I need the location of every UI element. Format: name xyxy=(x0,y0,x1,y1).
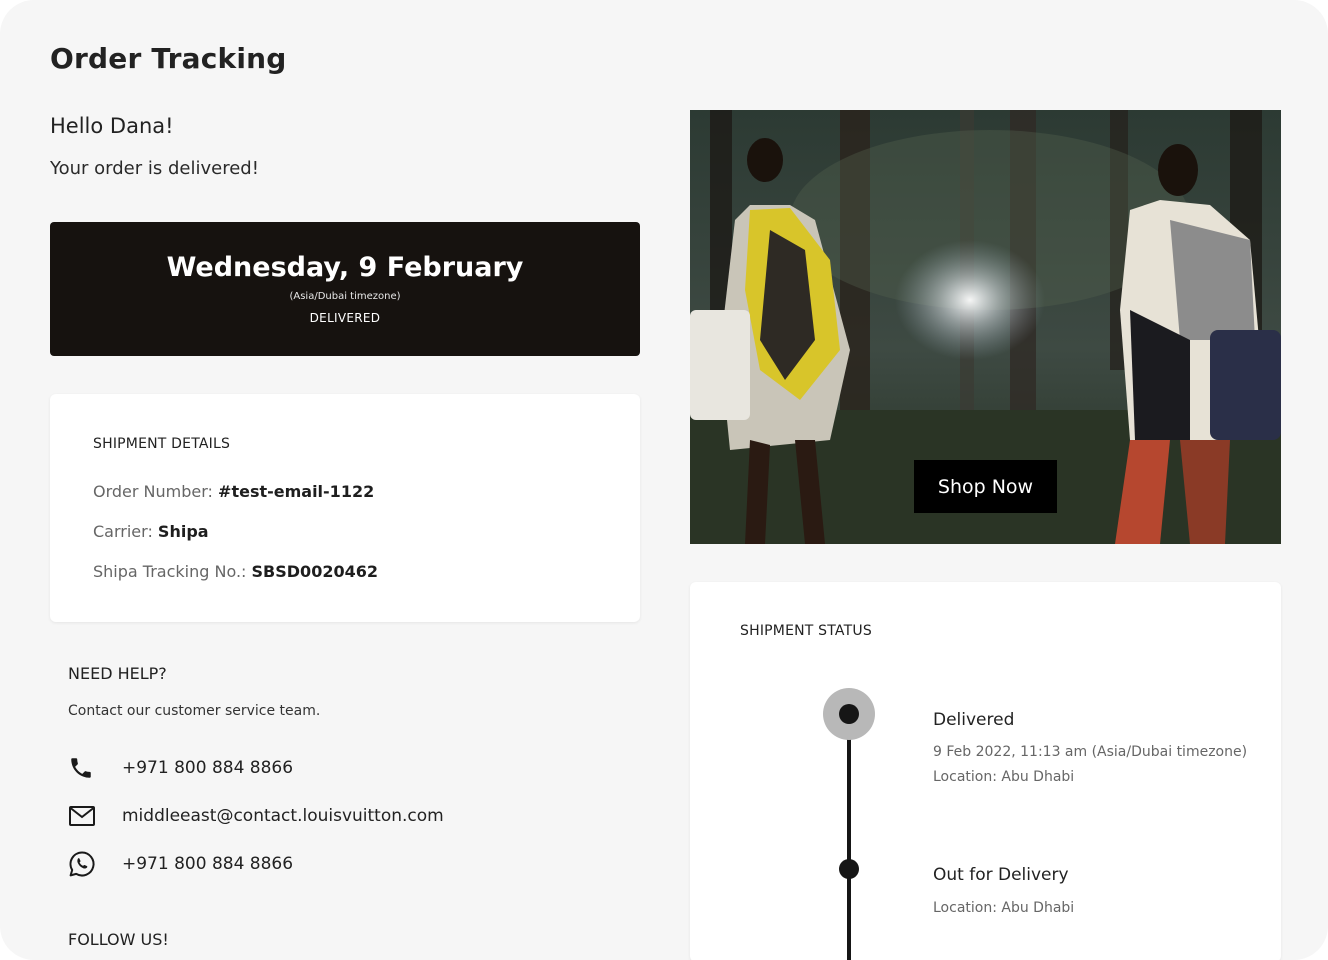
timeline-dot-delivered xyxy=(839,704,859,724)
need-help-heading: NEED HELP? xyxy=(68,664,167,683)
delivery-date: Wednesday, 9 February xyxy=(166,252,524,283)
carrier-row: Carrier: Shipa xyxy=(93,522,209,541)
order-number-value: #test-email-1122 xyxy=(218,482,375,501)
need-help-subtitle: Contact our customer service team. xyxy=(68,703,321,719)
phone-contact-link[interactable]: +971 800 884 8866 xyxy=(68,754,468,782)
step-title-delivered: Delivered xyxy=(933,710,1015,730)
shipment-details-heading: SHIPMENT DETAILS xyxy=(93,436,231,452)
page-frame: Order Tracking Hello Dana! Your order is… xyxy=(0,0,1328,960)
whatsapp-number: +971 800 884 8866 xyxy=(122,854,294,874)
email-contact-link[interactable]: middleeast@contact.louisvuitton.com xyxy=(68,802,468,830)
order-number-row: Order Number: #test-email-1122 xyxy=(93,482,374,501)
mail-icon xyxy=(68,802,98,830)
shipment-status-card: SHIPMENT STATUS Delivered 9 Feb 2022, 11… xyxy=(690,582,1281,960)
timeline-line xyxy=(847,714,851,960)
carrier-label: Carrier: xyxy=(93,522,158,541)
shipment-status-heading: SHIPMENT STATUS xyxy=(740,623,872,639)
delivery-status: DELIVERED xyxy=(309,311,381,325)
page-title: Order Tracking xyxy=(50,42,287,75)
step-time-delivered: 9 Feb 2022, 11:13 am (Asia/Dubai timezon… xyxy=(933,744,1248,760)
step-title-out-for-delivery: Out for Delivery xyxy=(933,865,1069,885)
order-number-label: Order Number: xyxy=(93,482,219,501)
delivery-timezone: (Asia/Dubai timezone) xyxy=(289,291,401,302)
follow-us-heading: FOLLOW US! xyxy=(68,930,169,949)
order-status-message: Your order is delivered! xyxy=(50,158,259,179)
timeline-dot-out-for-delivery xyxy=(839,859,859,879)
whatsapp-contact-link[interactable]: +971 800 884 8866 xyxy=(68,850,468,878)
carrier-value: Shipa xyxy=(157,522,209,541)
greeting: Hello Dana! xyxy=(50,114,174,138)
shop-now-button[interactable]: Shop Now xyxy=(914,460,1057,513)
tracking-number-label: Shipa Tracking No.: xyxy=(93,562,252,581)
delivery-date-banner: Wednesday, 9 February (Asia/Dubai timezo… xyxy=(50,222,640,356)
hero-image[interactable]: Shop Now xyxy=(690,110,1281,544)
step-location-delivered: Location: Abu Dhabi xyxy=(933,769,1075,785)
tracking-number-value[interactable]: SBSD0020462 xyxy=(252,562,378,581)
phone-icon xyxy=(68,754,98,782)
whatsapp-icon xyxy=(68,850,98,878)
shipment-details-card: SHIPMENT DETAILS Order Number: #test-ema… xyxy=(50,394,640,622)
tracking-number-row: Shipa Tracking No.: SBSD0020462 xyxy=(93,562,378,581)
phone-number: +971 800 884 8866 xyxy=(122,758,294,778)
step-location-out-for-delivery: Location: Abu Dhabi xyxy=(933,900,1075,916)
email-address: middleeast@contact.louisvuitton.com xyxy=(122,806,444,826)
